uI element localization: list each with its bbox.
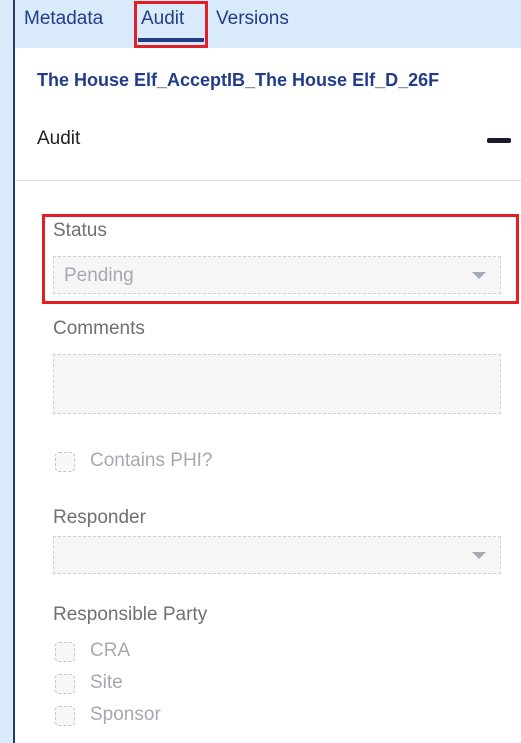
active-tab-indicator — [138, 38, 204, 42]
responder-select[interactable] — [53, 536, 501, 574]
caret-down-icon — [472, 272, 486, 279]
tab-versions[interactable]: Versions — [216, 8, 289, 30]
site-checkbox[interactable] — [55, 674, 75, 694]
section-title-audit: Audit — [37, 128, 81, 149]
site-label: Site — [90, 672, 123, 693]
audit-panel: Metadata Audit Versions The House Elf_Ac… — [13, 0, 521, 743]
comments-label: Comments — [53, 318, 145, 339]
tab-bar: Metadata Audit Versions — [15, 0, 521, 48]
caret-down-icon — [472, 552, 486, 559]
section-divider — [15, 180, 521, 181]
minus-icon[interactable] — [485, 130, 515, 150]
status-value: Pending — [64, 265, 134, 286]
comments-textarea[interactable] — [53, 354, 501, 414]
cra-label: CRA — [90, 640, 131, 661]
responder-label: Responder — [53, 507, 146, 528]
status-label: Status — [53, 220, 107, 241]
tab-audit[interactable]: Audit — [141, 8, 184, 30]
contains-phi-checkbox[interactable] — [55, 452, 75, 472]
responsible-party-label: Responsible Party — [53, 604, 208, 625]
sponsor-label: Sponsor — [90, 704, 161, 725]
contains-phi-label: Contains PHI? — [90, 450, 213, 471]
sponsor-checkbox[interactable] — [55, 706, 75, 726]
document-title: The House Elf_AcceptIB_The House Elf_D_2… — [37, 70, 440, 90]
tab-metadata[interactable]: Metadata — [24, 8, 103, 30]
status-select[interactable]: Pending — [53, 256, 501, 294]
cra-checkbox[interactable] — [55, 642, 75, 662]
